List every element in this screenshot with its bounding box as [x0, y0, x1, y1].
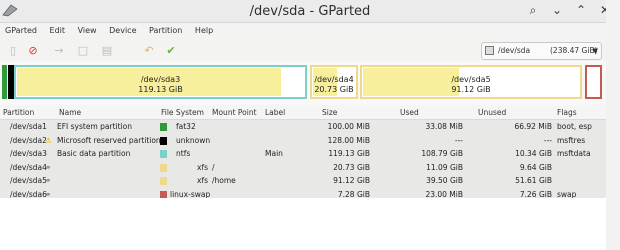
fs-color-swatch [160, 177, 167, 185]
table-row[interactable]: /dev/sda1 EFI system partition fat32 100… [0, 120, 620, 134]
cell-used: 11.09 GiB [426, 162, 463, 172]
cell-mount: /home [212, 176, 236, 185]
harddisk-icon [485, 46, 494, 55]
menu-gparted[interactable]: GParted [0, 23, 42, 39]
cell-used: 33.08 MiB [425, 122, 463, 131]
diskmap-sda3-size: 119.13 GiB [138, 85, 183, 94]
cell-partition: /dev/sda3 [10, 149, 47, 158]
diskmap-sda3-name: /dev/sda3 [140, 75, 181, 84]
cell-used: 108.79 GiB [421, 149, 463, 158]
diskmap-sda5-name: /dev/sda5 [451, 75, 491, 84]
device-selector[interactable]: /dev/sda (238.47 GiB) ▼ [481, 42, 602, 60]
cell-size: 91.12 GiB [333, 176, 370, 185]
cell-size: 20.73 GiB [333, 162, 370, 172]
col-unused[interactable]: Unused [478, 108, 506, 117]
cell-unused: 66.92 MiB [514, 122, 552, 131]
fs-color-swatch [160, 123, 167, 131]
cell-fs: ntfs [176, 149, 191, 158]
cell-mount: / [212, 162, 215, 172]
partition-table: /dev/sda1 EFI system partition fat32 100… [0, 120, 620, 201]
cell-label: Main [265, 149, 283, 158]
cell-name: EFI system partition [57, 122, 132, 131]
col-flags[interactable]: Flags [557, 108, 577, 117]
cell-unused: 9.64 GiB [519, 162, 552, 172]
col-size[interactable]: Size [322, 108, 337, 117]
fs-color-swatch [160, 150, 167, 158]
cell-fs: xfs [197, 176, 208, 185]
fs-color-swatch [160, 136, 167, 145]
cell-unused: 10.34 GiB [515, 149, 552, 158]
new-icon[interactable]: ▯ [6, 43, 20, 57]
diskmap-sda1[interactable] [2, 65, 7, 99]
col-label[interactable]: Label [265, 108, 285, 117]
cell-used: 39.50 GiB [426, 176, 463, 185]
mount-key-icon: ⚭ [45, 162, 52, 172]
diskmap-sda4-size: 20.73 GiB [314, 85, 354, 94]
device-size: (238.47 GiB) [550, 46, 598, 55]
table-row[interactable]: /dev/sda2 ⚠ Microsoft reserved partition… [0, 134, 620, 148]
delete-icon[interactable]: ⊘ [26, 43, 40, 57]
menu-partition[interactable]: Partition [144, 23, 187, 39]
diskmap-sda4[interactable]: /dev/sda4 20.73 GiB [310, 65, 358, 99]
col-partition[interactable]: Partition [3, 108, 34, 117]
desktop-edge [606, 0, 620, 250]
table-row[interactable]: /dev/sda3 Basic data partition ntfs Main… [0, 147, 620, 161]
diskmap-sda6[interactable] [585, 65, 602, 99]
cell-flags: msftres [557, 135, 586, 145]
empty-area [0, 198, 620, 250]
mount-key-icon: ⚭ [45, 176, 52, 185]
cell-flags: boot, esp [557, 122, 592, 131]
diskmap-sda5-size: 91.12 GiB [451, 85, 491, 94]
col-mountpoint[interactable]: Mount Point [212, 108, 257, 117]
col-name[interactable]: Name [59, 108, 81, 117]
dropdown-arrow-icon: ▼ [592, 47, 598, 55]
cell-fs: fat32 [176, 122, 196, 131]
undo-icon[interactable]: ↶ [142, 43, 156, 57]
menu-help[interactable]: Help [190, 23, 218, 39]
menu-edit[interactable]: Edit [45, 23, 71, 39]
cell-name: Microsoft reserved partition [57, 135, 161, 145]
menu-device[interactable]: Device [104, 23, 141, 39]
cell-size: 128.00 MiB [327, 135, 370, 145]
cell-fs: unknown [176, 135, 211, 145]
device-name: /dev/sda [498, 46, 531, 55]
cell-partition: /dev/sda1 [10, 122, 47, 131]
fs-color-swatch [160, 163, 167, 172]
cell-unused: 51.61 GiB [515, 176, 552, 185]
warning-icon: ⚠ [45, 135, 52, 145]
col-used[interactable]: Used [400, 108, 419, 117]
resize-icon[interactable]: → [52, 43, 66, 57]
search-icon[interactable]: ⌕ [526, 3, 540, 17]
cell-fs: xfs [197, 162, 208, 172]
title-bar: /dev/sda - GParted ⌕ ⌄ ⌃ ✕ [0, 0, 620, 23]
table-row[interactable]: /dev/sda4 ⚭ xfs / 20.73 GiB 11.09 GiB 9.… [0, 161, 620, 175]
copy-icon[interactable]: □ [76, 43, 90, 57]
chevron-up-icon[interactable]: ⌃ [574, 3, 588, 17]
diskmap-sda5[interactable]: /dev/sda5 91.12 GiB [360, 65, 582, 99]
cell-name: Basic data partition [57, 149, 131, 158]
cell-partition: /dev/sda2 [10, 135, 47, 145]
menu-view[interactable]: View [73, 23, 102, 39]
cell-partition: /dev/sda4 [10, 162, 47, 172]
table-row[interactable]: /dev/sda5 ⚭ xfs /home 91.12 GiB 39.50 Gi… [0, 174, 620, 188]
cell-partition: /dev/sda5 [10, 176, 47, 185]
chevron-down-icon[interactable]: ⌄ [550, 3, 564, 17]
diskmap-sda3[interactable]: /dev/sda3 119.13 GiB [14, 65, 307, 99]
menu-bar: GParted Edit View Device Partition Help [0, 23, 620, 39]
cell-flags: msftdata [557, 149, 591, 158]
disk-map: /dev/sda3 119.13 GiB /dev/sda4 20.73 GiB /… [0, 61, 620, 105]
apply-icon[interactable]: ✔ [164, 43, 178, 57]
cell-size: 119.13 GiB [328, 149, 370, 158]
diskmap-sda4-name: /dev/sda4 [314, 75, 354, 84]
cell-size: 100.00 MiB [327, 122, 370, 131]
col-filesystem[interactable]: File System [161, 108, 204, 117]
paste-icon[interactable]: ▤ [100, 43, 114, 57]
cell-unused: --- [543, 135, 552, 145]
column-header: Partition Name File System Mount Point L… [0, 105, 620, 120]
cell-used: --- [454, 135, 463, 145]
